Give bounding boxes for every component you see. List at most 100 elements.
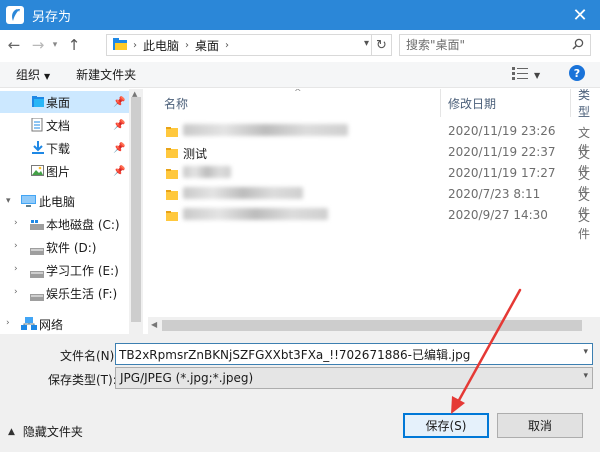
file-name: 测试 xyxy=(183,147,208,161)
nav-item-network[interactable]: › 网络 xyxy=(0,313,129,334)
new-folder-button[interactable]: 新建文件夹 xyxy=(76,66,136,83)
up-button[interactable]: ↑ xyxy=(64,35,84,55)
nav-item-downloads[interactable]: 下载 📌 xyxy=(0,137,129,159)
file-name xyxy=(183,166,231,181)
nav-item-this-pc[interactable]: ▾ 此电脑 xyxy=(0,190,129,212)
arrow-right-icon: → xyxy=(31,36,45,54)
chevron-down-icon: ▼ xyxy=(44,72,51,81)
filetype-label: 保存类型(T): xyxy=(48,373,117,387)
recent-locations-button[interactable]: ▾ xyxy=(48,35,62,55)
command-bar: 组织 ▼ 新建文件夹 ▼ ? xyxy=(0,62,600,88)
filename-label: 文件名(N): xyxy=(60,349,119,363)
back-button[interactable]: ← xyxy=(4,35,24,55)
breadcrumb-separator[interactable]: › xyxy=(225,40,229,51)
nav-item-documents[interactable]: 文档 📌 xyxy=(0,114,129,136)
nav-scrollbar[interactable]: ▲ xyxy=(129,89,143,334)
file-row[interactable]: 2020/9/27 14:30 文件 xyxy=(166,205,600,241)
refresh-icon: ↻ xyxy=(376,37,387,53)
network-icon xyxy=(21,317,37,333)
chevron-right-icon[interactable]: › xyxy=(6,318,10,328)
nav-item-label: 学习工作 (E:) xyxy=(46,263,119,278)
nav-item-label: 图片 xyxy=(46,164,71,179)
desktop-folder-icon xyxy=(32,96,44,110)
pin-icon[interactable]: 📌 xyxy=(113,120,125,131)
scroll-left-icon[interactable]: ◀ xyxy=(151,320,157,329)
filetype-select[interactable]: JPG/JPEG (*.jpg;*.jpeg) ▾ xyxy=(115,367,593,389)
save-button[interactable]: 保存(S) xyxy=(403,413,489,438)
pin-icon[interactable]: 📌 xyxy=(113,143,125,154)
breadcrumb-this-pc[interactable]: 此电脑 xyxy=(143,37,179,54)
arrow-up-icon: ↑ xyxy=(67,36,81,54)
nav-item-drive-f[interactable]: › 娱乐生活 (F:) xyxy=(0,282,129,304)
filename-field[interactable]: ▾ xyxy=(115,343,593,365)
chevron-down-icon[interactable]: ▾ xyxy=(6,196,11,206)
filetype-value: JPG/JPEG (*.jpg;*.jpeg) xyxy=(120,371,254,385)
column-divider[interactable] xyxy=(440,89,441,117)
file-name xyxy=(183,187,303,202)
chevron-right-icon[interactable]: › xyxy=(14,218,18,228)
download-icon xyxy=(32,141,44,157)
file-row[interactable]: 2020/11/19 17:27 文件 xyxy=(166,163,600,199)
file-row[interactable]: 2020/11/19 23:26 文件 xyxy=(166,121,600,157)
folder-icon xyxy=(166,189,178,203)
breadcrumb-separator[interactable]: › xyxy=(133,40,137,51)
filename-input[interactable] xyxy=(119,345,569,363)
chevron-right-icon[interactable]: › xyxy=(14,264,18,274)
chevron-right-icon[interactable]: › xyxy=(14,241,18,251)
cancel-button[interactable]: 取消 xyxy=(497,413,583,438)
close-button[interactable]: ✕ xyxy=(560,0,600,30)
address-dropdown-icon[interactable]: ▾ xyxy=(364,38,369,49)
file-row[interactable]: 2020/7/23 8:11 文件 xyxy=(166,184,600,220)
chevron-down-icon: ▾ xyxy=(52,40,58,50)
nav-item-desktop[interactable]: 桌面 📌 xyxy=(0,91,129,113)
search-input[interactable] xyxy=(406,38,566,52)
nav-item-drive-c[interactable]: › 本地磁盘 (C:) xyxy=(0,213,129,235)
nav-item-drive-e[interactable]: › 学习工作 (E:) xyxy=(0,259,129,281)
file-date: 2020/11/19 22:37 xyxy=(448,145,556,159)
chevron-down-icon: ▾ xyxy=(583,371,588,381)
column-header-type[interactable]: 类型 xyxy=(578,89,600,119)
windows-drive-icon xyxy=(30,219,44,233)
refresh-button[interactable]: ↻ xyxy=(371,35,391,55)
address-bar[interactable]: › 此电脑 › 桌面 › ▾ ↻ xyxy=(106,34,392,56)
file-row[interactable]: 测试 2020/11/19 22:37 文件 xyxy=(166,142,600,178)
scrollbar-thumb[interactable] xyxy=(162,320,582,331)
drive-icon xyxy=(30,244,44,258)
file-name xyxy=(183,124,348,139)
help-icon: ? xyxy=(573,66,581,80)
pin-icon[interactable]: 📌 xyxy=(113,97,125,108)
close-icon: ✕ xyxy=(572,4,588,26)
window-title: 另存为 xyxy=(32,9,72,25)
file-list-scrollbar[interactable]: ◀ xyxy=(148,317,600,334)
column-divider[interactable] xyxy=(570,89,571,117)
scrollbar-thumb[interactable] xyxy=(131,97,141,322)
folder-icon xyxy=(166,126,178,140)
navigation-bar: ← → ▾ ↑ › 此电脑 › 桌面 › ▾ ↻ xyxy=(0,30,600,60)
forward-button[interactable]: → xyxy=(28,35,48,55)
column-header-name[interactable]: 名称 xyxy=(164,89,188,117)
column-header-date[interactable]: 修改日期 xyxy=(448,89,496,117)
folder-icon xyxy=(113,37,127,53)
search-box[interactable] xyxy=(399,34,591,56)
nav-item-pictures[interactable]: 图片 📌 xyxy=(0,160,129,182)
chevron-up-icon: ▲ xyxy=(8,426,15,437)
drive-icon xyxy=(30,267,44,281)
details-view-icon xyxy=(512,67,528,83)
organize-button[interactable]: 组织 ▼ xyxy=(16,66,50,83)
chevron-down-icon: ▼ xyxy=(534,70,541,80)
search-icon[interactable] xyxy=(572,38,584,53)
sort-ascending-icon: ^ xyxy=(294,89,302,98)
documents-icon xyxy=(31,117,43,135)
breadcrumb-desktop[interactable]: 桌面 xyxy=(195,37,219,54)
folder-icon xyxy=(166,147,178,161)
folder-icon xyxy=(166,168,178,182)
chevron-right-icon[interactable]: › xyxy=(14,287,18,297)
breadcrumb-separator[interactable]: › xyxy=(185,40,189,51)
file-date: 2020/7/23 8:11 xyxy=(448,187,541,201)
view-options-button[interactable]: ▼ xyxy=(512,67,540,83)
chevron-down-icon[interactable]: ▾ xyxy=(583,347,588,357)
help-button[interactable]: ? xyxy=(569,65,585,81)
nav-item-drive-d[interactable]: › 软件 (D:) xyxy=(0,236,129,258)
pin-icon[interactable]: 📌 xyxy=(113,166,125,177)
hide-folders-toggle[interactable]: ▲ 隐藏文件夹 xyxy=(8,423,83,440)
